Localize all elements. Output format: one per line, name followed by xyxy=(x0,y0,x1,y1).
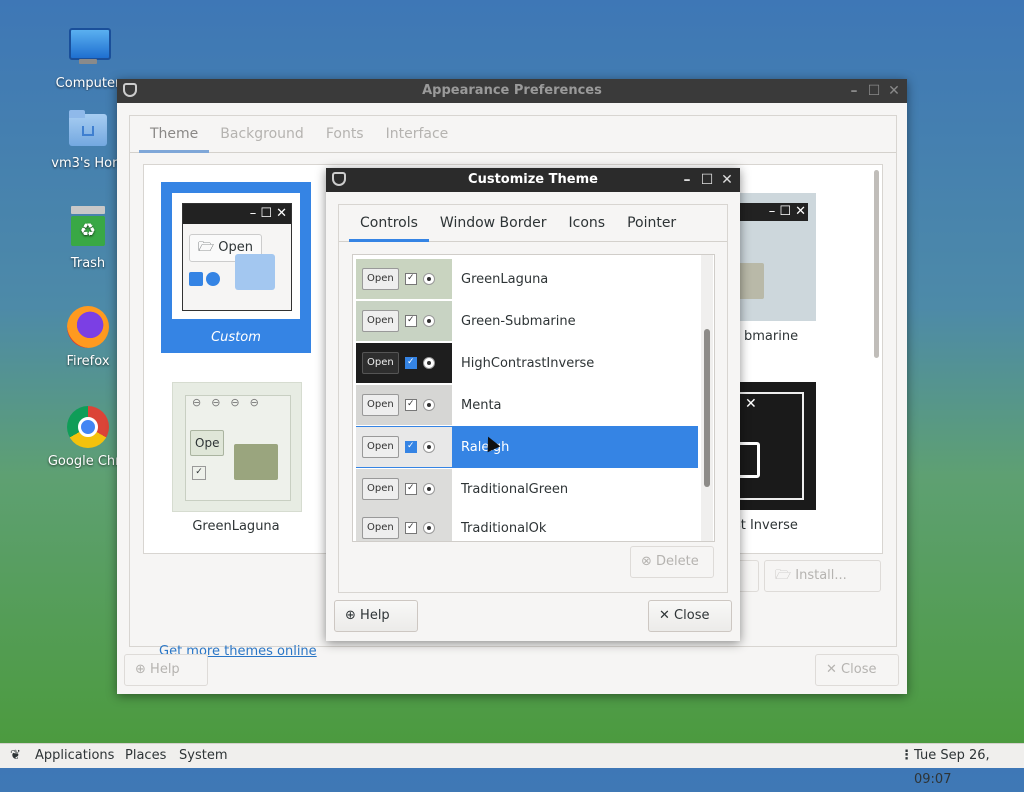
customize-theme-dialog: Customize Theme – ☐ ✕ Controls Window Bo… xyxy=(326,168,740,641)
tab-window-border[interactable]: Window Border xyxy=(429,205,558,241)
theme-list-name: Menta xyxy=(461,397,502,413)
theme-list-row[interactable]: Open ✓ TraditionalGreen xyxy=(356,468,698,510)
install-button[interactable]: 🗁 Install... xyxy=(764,560,881,592)
preview-checkbox-icon: ✓ xyxy=(404,522,417,534)
preview-checkbox-icon: ✓ xyxy=(404,399,417,411)
clock[interactable]: Tue Sep 26, 09:07 xyxy=(914,744,1024,792)
preview-checkbox-icon: ✓ xyxy=(404,357,417,369)
window-app-icon xyxy=(332,172,346,186)
list-scrollbar[interactable] xyxy=(701,255,713,541)
preview-open-button: Open xyxy=(362,478,399,500)
close-icon: ✕ xyxy=(659,608,670,623)
menu-applications[interactable]: Applications xyxy=(35,744,114,768)
preview-open-button: Open xyxy=(362,352,399,374)
preview-open-button: Open xyxy=(362,310,399,332)
preview-checkbox-icon: ✓ xyxy=(404,315,417,327)
window-app-icon xyxy=(123,83,137,97)
preview-open-button: Open xyxy=(362,268,399,290)
preview-checkbox-icon: ✓ xyxy=(404,483,417,495)
trash-icon: ♻ xyxy=(65,206,111,252)
partial-button[interactable] xyxy=(737,560,759,592)
computer-icon xyxy=(65,26,111,72)
maximize-icon[interactable]: ☐ xyxy=(700,173,714,187)
preview-radio-icon xyxy=(422,273,435,285)
window-title: Appearance Preferences xyxy=(422,83,602,98)
preview-radio-icon xyxy=(422,399,435,411)
preview-checkbox-icon: ✓ xyxy=(404,273,417,285)
tab-pointer[interactable]: Pointer xyxy=(616,205,687,241)
theme-list-row[interactable]: Open ✓ Green-Submarine xyxy=(356,300,698,342)
preview-open-button: Open xyxy=(362,436,399,458)
close-icon[interactable]: ✕ xyxy=(887,84,901,98)
help-button[interactable]: ⊕ Help xyxy=(124,654,208,686)
chrome-icon xyxy=(65,404,111,450)
preview-open-button: Open xyxy=(362,394,399,416)
help-icon: ⊕ xyxy=(345,608,356,623)
panel-handle-icon[interactable]: ⋮ xyxy=(900,744,913,768)
controls-theme-list[interactable]: Open ✓ GreenLaguna Open ✓ Green-Submarine Open… xyxy=(352,254,715,542)
theme-tile-custom[interactable]: – ☐ ✕ 🗁 Open Custom xyxy=(161,182,311,353)
theme-preview: Open ✓ xyxy=(356,469,452,509)
folder-icon xyxy=(234,444,278,480)
theme-list-row[interactable]: Open ✓ HighContrastInverse xyxy=(356,342,698,384)
theme-preview: Open ✓ xyxy=(356,301,452,341)
theme-tile-greenlaguna[interactable]: ⊖⊖⊖⊖ Ope ✓ GreenLaguna xyxy=(161,382,311,542)
minimize-icon[interactable]: – xyxy=(680,173,694,187)
close-icon[interactable]: ✕ xyxy=(720,173,734,187)
delete-icon: ⊗ xyxy=(641,554,652,569)
menu-system[interactable]: System xyxy=(179,744,227,768)
customize-tabs: Controls Window Border Icons Pointer xyxy=(339,205,727,242)
theme-tile-label: GreenLaguna xyxy=(192,519,280,534)
theme-list-row[interactable]: Open ✓ TraditionalOk xyxy=(356,508,698,541)
customize-titlebar[interactable]: Customize Theme – ☐ ✕ xyxy=(326,168,740,192)
theme-list-name: Green-Submarine xyxy=(461,313,576,329)
theme-tile-label: bmarine xyxy=(744,329,799,344)
theme-preview: Open ✓ xyxy=(356,508,452,541)
tab-interface[interactable]: Interface xyxy=(375,116,460,152)
home-folder-icon xyxy=(65,106,111,152)
close-button[interactable]: ✕ Close xyxy=(815,654,899,686)
help-button[interactable]: ⊕ Help xyxy=(334,600,418,632)
help-icon: ⊕ xyxy=(135,662,146,677)
menu-places[interactable]: Places xyxy=(125,744,166,768)
appearance-tabs: Theme Background Fonts Interface xyxy=(130,116,896,153)
dialog-title: Customize Theme xyxy=(468,172,598,187)
theme-list-row[interactable]: Open ✓ Raleigh xyxy=(356,426,698,468)
theme-list-name: TraditionalOk xyxy=(461,520,547,536)
tab-fonts[interactable]: Fonts xyxy=(315,116,375,152)
preview-open-button: Open xyxy=(362,517,399,539)
preview-radio-icon xyxy=(422,441,435,453)
tab-icons[interactable]: Icons xyxy=(558,205,617,241)
preview-radio-icon xyxy=(422,522,435,534)
preview-radio-icon xyxy=(422,483,435,495)
preview-radio-icon xyxy=(422,315,435,327)
folder-icon xyxy=(235,254,275,290)
preview-radio-icon xyxy=(422,357,435,369)
tab-controls[interactable]: Controls xyxy=(349,205,429,242)
appearance-titlebar[interactable]: Appearance Preferences – ☐ ✕ xyxy=(117,79,907,103)
gallery-scrollbar[interactable] xyxy=(874,170,879,358)
minimize-icon[interactable]: – xyxy=(847,84,861,98)
close-button[interactable]: ✕ Close xyxy=(648,600,732,632)
theme-list-row[interactable]: Open ✓ Menta xyxy=(356,384,698,426)
delete-button[interactable]: ⊗ Delete xyxy=(630,546,714,578)
tab-background[interactable]: Background xyxy=(209,116,315,152)
tab-theme[interactable]: Theme xyxy=(139,116,210,153)
theme-preview: Open ✓ xyxy=(356,259,452,299)
theme-tile-label: Custom xyxy=(211,330,261,345)
theme-list-name: TraditionalGreen xyxy=(461,481,569,497)
theme-preview: Open ✓ xyxy=(356,427,452,467)
theme-preview: Open ✓ xyxy=(356,343,452,383)
bottom-panel: ❦ Applications Places System ⋮ Tue Sep 2… xyxy=(0,743,1024,787)
close-icon: ✕ xyxy=(826,662,837,677)
theme-preview: Open ✓ xyxy=(356,385,452,425)
theme-list-name: HighContrastInverse xyxy=(461,355,595,371)
theme-list-row[interactable]: Open ✓ GreenLaguna xyxy=(356,258,698,300)
theme-list-name: GreenLaguna xyxy=(461,271,549,287)
preview-checkbox-icon: ✓ xyxy=(404,441,417,453)
folder-open-icon: 🗁 xyxy=(775,568,792,583)
maximize-icon[interactable]: ☐ xyxy=(867,84,881,98)
gnome-foot-icon[interactable]: ❦ xyxy=(10,744,21,768)
firefox-icon xyxy=(65,304,111,350)
